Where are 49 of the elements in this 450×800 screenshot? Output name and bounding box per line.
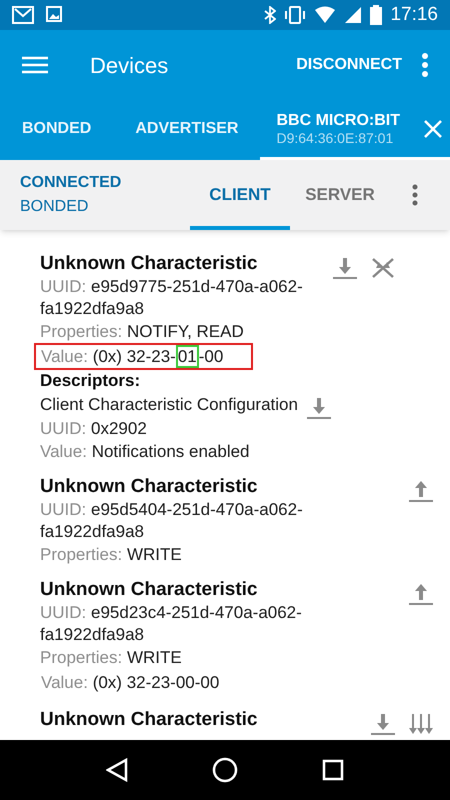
signal-icon bbox=[344, 6, 362, 24]
menu-icon[interactable] bbox=[22, 56, 48, 74]
wifi-icon bbox=[314, 6, 336, 24]
download-icon[interactable] bbox=[370, 712, 396, 736]
uuid-text: UUID: e95d5404-251d-470a-a062-fa1922dfa9a8 bbox=[40, 499, 304, 543]
uuid-text: UUID: e95d23c4-251d-470a-a062-fa1922dfa9a8 bbox=[40, 602, 303, 646]
close-icon[interactable] bbox=[424, 120, 442, 138]
vibrate-icon bbox=[284, 6, 306, 24]
more-options-icon[interactable] bbox=[422, 53, 428, 77]
characteristic-item[interactable]: Unknown Characteristic bbox=[0, 708, 450, 740]
download-icon[interactable] bbox=[306, 396, 332, 420]
properties-text: Properties: WRITE bbox=[40, 544, 183, 566]
crossed-arrows-icon[interactable] bbox=[370, 256, 396, 280]
characteristic-name: Unknown Characteristic bbox=[40, 252, 258, 276]
device-tab[interactable]: ADVERTISER bbox=[113, 100, 260, 160]
disconnect-button[interactable]: DISCONNECT bbox=[296, 53, 402, 77]
descriptor-name: Client Characteristic Configuration bbox=[40, 394, 299, 416]
app-title: Devices bbox=[90, 52, 170, 80]
value-text: Value: Notifications enabled bbox=[40, 441, 251, 463]
value-text: Value: (0x) 32-23-01-00 bbox=[34, 343, 254, 370]
upload-icon[interactable] bbox=[408, 582, 434, 606]
recents-icon[interactable] bbox=[322, 759, 344, 781]
properties-text: Properties: WRITE bbox=[40, 647, 183, 669]
uuid-text: UUID: 0x2902 bbox=[40, 418, 148, 440]
descriptors-heading: Descriptors: bbox=[40, 370, 142, 392]
battery-icon bbox=[370, 5, 382, 25]
multiple-arrows-icon[interactable] bbox=[408, 712, 434, 736]
image-icon bbox=[46, 6, 62, 22]
tab[interactable]: SERVER bbox=[290, 160, 390, 230]
characteristic-item[interactable]: Unknown Characteristic UUID: e95d23c4-251d-470a-a062-fa1922dfa9a8 Properties: WRITE Value: (0x) 32-23-00-00 bbox=[0, 578, 450, 708]
properties-text: Properties: NOTIFY, READ bbox=[40, 321, 245, 343]
characteristic-name: Unknown Characteristic bbox=[40, 708, 258, 732]
clock-text: 17:16 bbox=[390, 2, 438, 27]
home-icon[interactable] bbox=[212, 757, 238, 783]
bond-status: BONDED bbox=[20, 197, 90, 217]
characteristic-name: Unknown Characteristic bbox=[40, 475, 258, 499]
tab[interactable]: CLIENT bbox=[190, 160, 290, 230]
value-text: Value: (0x) 32-23-00-00 bbox=[40, 672, 220, 694]
characteristic-name: Unknown Characteristic bbox=[40, 578, 258, 602]
bluetooth-icon bbox=[264, 6, 276, 24]
device-tab[interactable]: BONDED bbox=[0, 100, 114, 160]
back-icon[interactable] bbox=[106, 758, 128, 782]
uuid-text: UUID: e95d9775-251d-470a-a062-fa1922dfa9a8 bbox=[40, 276, 304, 320]
download-icon[interactable] bbox=[332, 256, 358, 280]
upload-icon[interactable] bbox=[408, 479, 434, 503]
connection-status: CONNECTED bbox=[20, 173, 122, 193]
mail-icon bbox=[12, 6, 34, 24]
characteristic-item[interactable]: Unknown Characteristic UUID: e95d5404-251d-470a-a062-fa1922dfa9a8 Properties: WRITE bbox=[0, 475, 450, 578]
more-options-icon[interactable] bbox=[412, 184, 418, 206]
